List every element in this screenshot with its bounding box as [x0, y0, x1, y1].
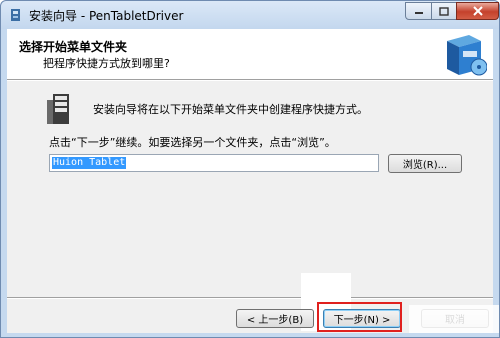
page-subtitle: 把程序快捷方式放到哪里? — [43, 57, 170, 70]
minimize-button[interactable] — [405, 2, 432, 20]
footer-separator — [7, 297, 493, 299]
header-separator — [7, 79, 493, 81]
title-bar[interactable]: 安装向导 - PenTabletDriver — [1, 1, 499, 29]
obscured-region-footer — [409, 305, 499, 333]
page-title: 选择开始菜单文件夹 — [19, 40, 128, 54]
start-menu-folder-input[interactable]: Huion Tablet — [49, 154, 379, 172]
installer-box-logo-icon — [447, 35, 487, 76]
folder-input-value: Huion Tablet — [52, 157, 127, 169]
back-button[interactable]: < 上一步(B) — [236, 309, 314, 328]
window-title: 安装向导 - PenTabletDriver — [29, 9, 184, 23]
wizard-client-area: 选择开始菜单文件夹 把程序快捷方式放到哪里? 安装向导将在以下开始菜单文件夹中创… — [7, 29, 499, 333]
installer-window: 安装向导 - PenTabletDriver 选择开始菜单文件夹 把程序快捷方式… — [0, 0, 500, 338]
browse-button[interactable]: 浏览(R)... — [388, 154, 462, 173]
close-button[interactable] — [456, 2, 499, 20]
minimize-icon — [414, 12, 423, 14]
installer-app-icon — [11, 9, 20, 21]
instruction-text: 点击“下一步”继续。如要选择另一个文件夹，点击“浏览”。 — [49, 136, 336, 149]
wizard-header: 选择开始菜单文件夹 把程序快捷方式放到哪里? — [7, 29, 493, 79]
close-icon — [472, 6, 483, 16]
start-menu-folder-icon — [47, 94, 69, 124]
info-text: 安装向导将在以下开始菜单文件夹中创建程序快捷方式。 — [93, 103, 368, 116]
next-button-highlight-box — [317, 302, 402, 332]
maximize-icon — [439, 6, 449, 16]
maximize-button[interactable] — [431, 2, 457, 20]
